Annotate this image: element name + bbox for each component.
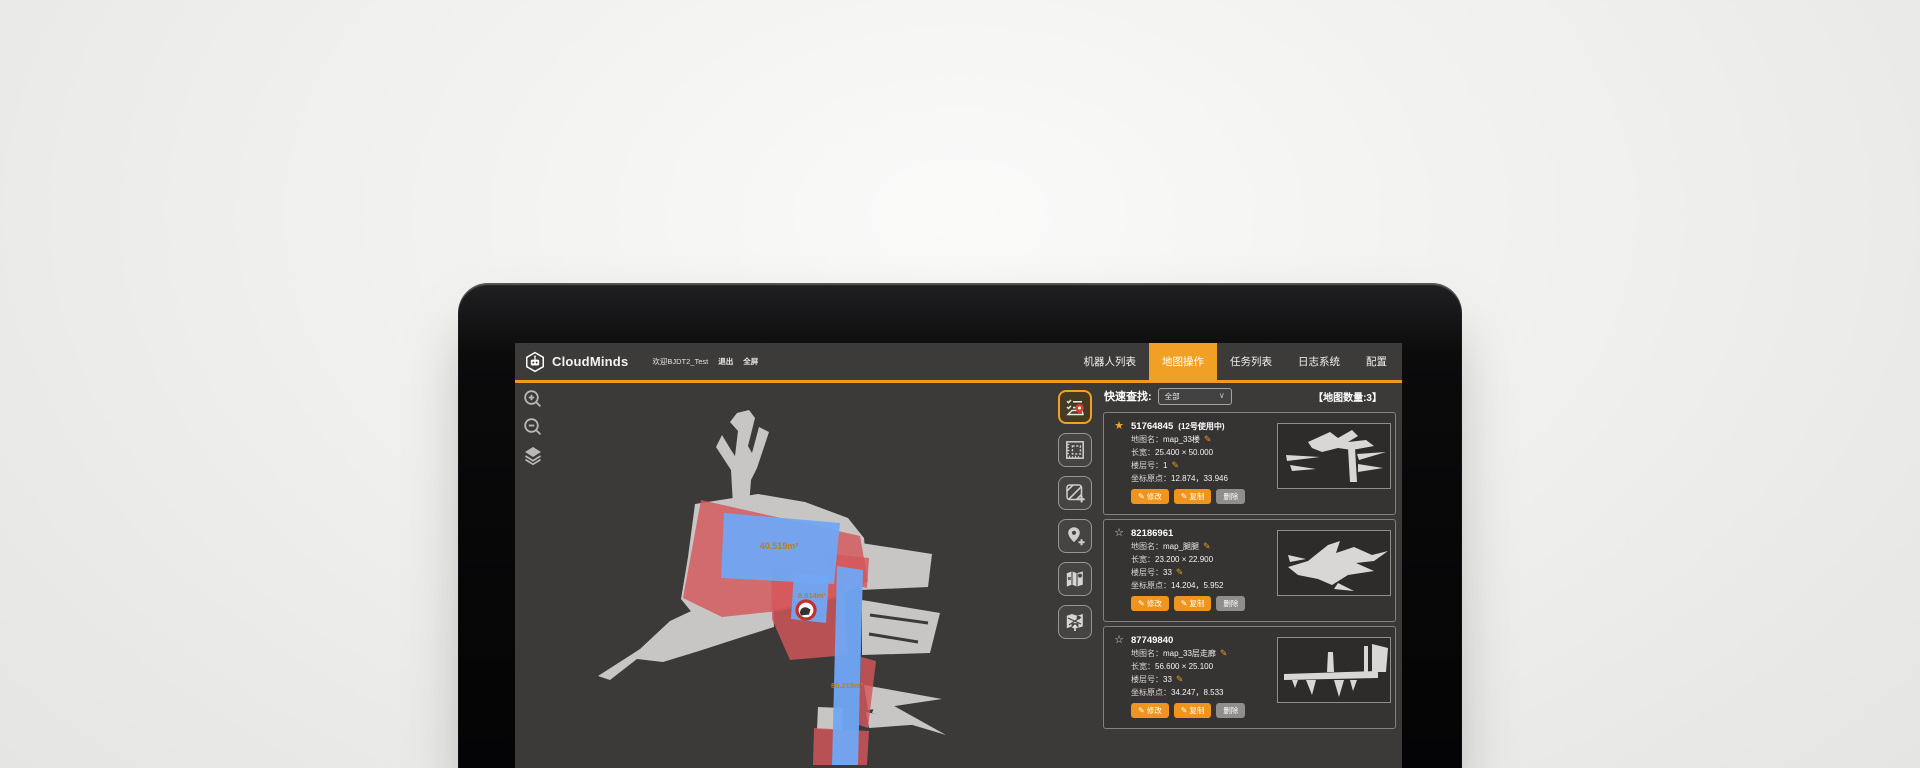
map-card[interactable]: ☆ 87749840 地图名： map_33层走廊 ✎ 长宽：	[1103, 626, 1396, 729]
map-blob-right-block	[862, 600, 940, 655]
edit-icon[interactable]: ✎	[1203, 542, 1211, 551]
map-thumbnail[interactable]	[1277, 423, 1391, 489]
delete-button[interactable]: 删除	[1216, 596, 1245, 611]
delete-button[interactable]: 删除	[1216, 703, 1245, 718]
brand-name: CloudMinds	[552, 354, 628, 369]
brand: CloudMinds	[515, 351, 628, 373]
edit-icon[interactable]: ✎	[1176, 675, 1184, 684]
cloudminds-logo-icon	[524, 351, 546, 373]
add-virtual-wall-tool-button[interactable]	[1058, 476, 1092, 510]
delete-button[interactable]: 删除	[1216, 489, 1245, 504]
panel-header: 快速查找: 全部 ∨ 【地图数量:3】	[1098, 386, 1396, 406]
edit-icon[interactable]: ✎	[1220, 649, 1228, 658]
add-point-tool-button[interactable]	[1058, 519, 1092, 553]
modify-button[interactable]: ✎修改	[1131, 489, 1169, 504]
fullscreen-link[interactable]: 全屏	[743, 356, 758, 367]
map-card[interactable]: ★ 51764845 (12号使用中) 地图名： map_33楼 ✎ 长宽	[1103, 412, 1396, 515]
layers-icon[interactable]	[521, 443, 545, 467]
map-list-panel: 快速查找: 全部 ∨ 【地图数量:3】 ★ 51764845 (12号使用中)	[1098, 383, 1396, 729]
session-info: 欢迎BJDT2_Test 退出 全屏	[652, 356, 758, 367]
edit-map-tool-button[interactable]	[1058, 562, 1092, 596]
map-controls	[521, 387, 545, 467]
logout-link[interactable]: 退出	[718, 356, 733, 367]
copy-button[interactable]: ✎复制	[1174, 489, 1212, 504]
map-card-list: ★ 51764845 (12号使用中) 地图名： map_33楼 ✎ 长宽	[1098, 412, 1396, 729]
map-tool-rail	[1058, 390, 1092, 639]
copy-button[interactable]: ✎复制	[1174, 703, 1212, 718]
modify-button[interactable]: ✎修改	[1131, 703, 1169, 718]
favorite-star-icon[interactable]: ☆	[1112, 633, 1126, 646]
map-id: 82186961	[1131, 528, 1173, 539]
content-area: 40.519m² 8.614m² 80.215m²	[515, 383, 1402, 765]
upload-map-tool-button[interactable]	[1058, 605, 1092, 639]
main-nav: 机器人列表 地图操作 任务列表 日志系统 配置	[1071, 343, 1403, 382]
map-thumbnail[interactable]	[1277, 637, 1391, 703]
zone-area-label: 8.614m²	[798, 591, 826, 600]
modify-button[interactable]: ✎修改	[1131, 596, 1169, 611]
tab-task-list[interactable]: 任务列表	[1217, 343, 1285, 382]
filter-dropdown[interactable]: 全部 ∨	[1158, 388, 1232, 405]
map-canvas[interactable]: 40.519m² 8.614m² 80.215m²	[515, 383, 1103, 765]
zone-area-label: 40.519m²	[760, 541, 799, 551]
app-screen: CloudMinds 欢迎BJDT2_Test 退出 全屏 机器人列表 地图操作…	[515, 343, 1402, 768]
zone-area-label: 80.215m²	[831, 681, 864, 690]
edit-icon[interactable]: ✎	[1176, 568, 1184, 577]
chevron-down-icon: ∨	[1219, 392, 1225, 400]
robot-position-marker[interactable]	[797, 601, 815, 619]
favorite-star-icon[interactable]: ★	[1112, 419, 1126, 432]
map-status: (12号使用中)	[1178, 421, 1224, 432]
welcome-text: 欢迎BJDT2_Test	[652, 356, 708, 367]
favorite-star-icon[interactable]: ☆	[1112, 526, 1126, 539]
edit-icon[interactable]: ✎	[1171, 461, 1179, 470]
map-id: 51764845	[1131, 421, 1173, 432]
edit-icon[interactable]: ✎	[1204, 435, 1212, 444]
work-zone-corridor[interactable]	[832, 566, 863, 765]
tab-robot-list[interactable]: 机器人列表	[1071, 343, 1150, 382]
laptop-bezel: CloudMinds 欢迎BJDT2_Test 退出 全屏 机器人列表 地图操作…	[458, 283, 1462, 768]
map-blob-branch	[716, 410, 769, 506]
map-card[interactable]: ☆ 82186961 地图名： map_腿腿 ✎ 长宽：	[1103, 519, 1396, 622]
tab-log-system[interactable]: 日志系统	[1285, 343, 1353, 382]
filter-value: 全部	[1165, 391, 1180, 402]
tab-map-operations[interactable]: 地图操作	[1149, 343, 1217, 382]
map-list-tool-button[interactable]	[1058, 390, 1092, 424]
map-thumbnail[interactable]	[1277, 530, 1391, 596]
tab-settings[interactable]: 配置	[1353, 343, 1400, 382]
measure-area-tool-button[interactable]	[1058, 433, 1092, 467]
copy-button[interactable]: ✎复制	[1174, 596, 1212, 611]
zoom-out-icon[interactable]	[521, 415, 545, 439]
quick-find-label: 快速查找:	[1104, 388, 1152, 404]
app-header: CloudMinds 欢迎BJDT2_Test 退出 全屏 机器人列表 地图操作…	[515, 343, 1402, 383]
map-id: 87749840	[1131, 635, 1173, 646]
map-count-text: 【地图数量:3】	[1313, 389, 1382, 404]
zoom-in-icon[interactable]	[521, 387, 545, 411]
